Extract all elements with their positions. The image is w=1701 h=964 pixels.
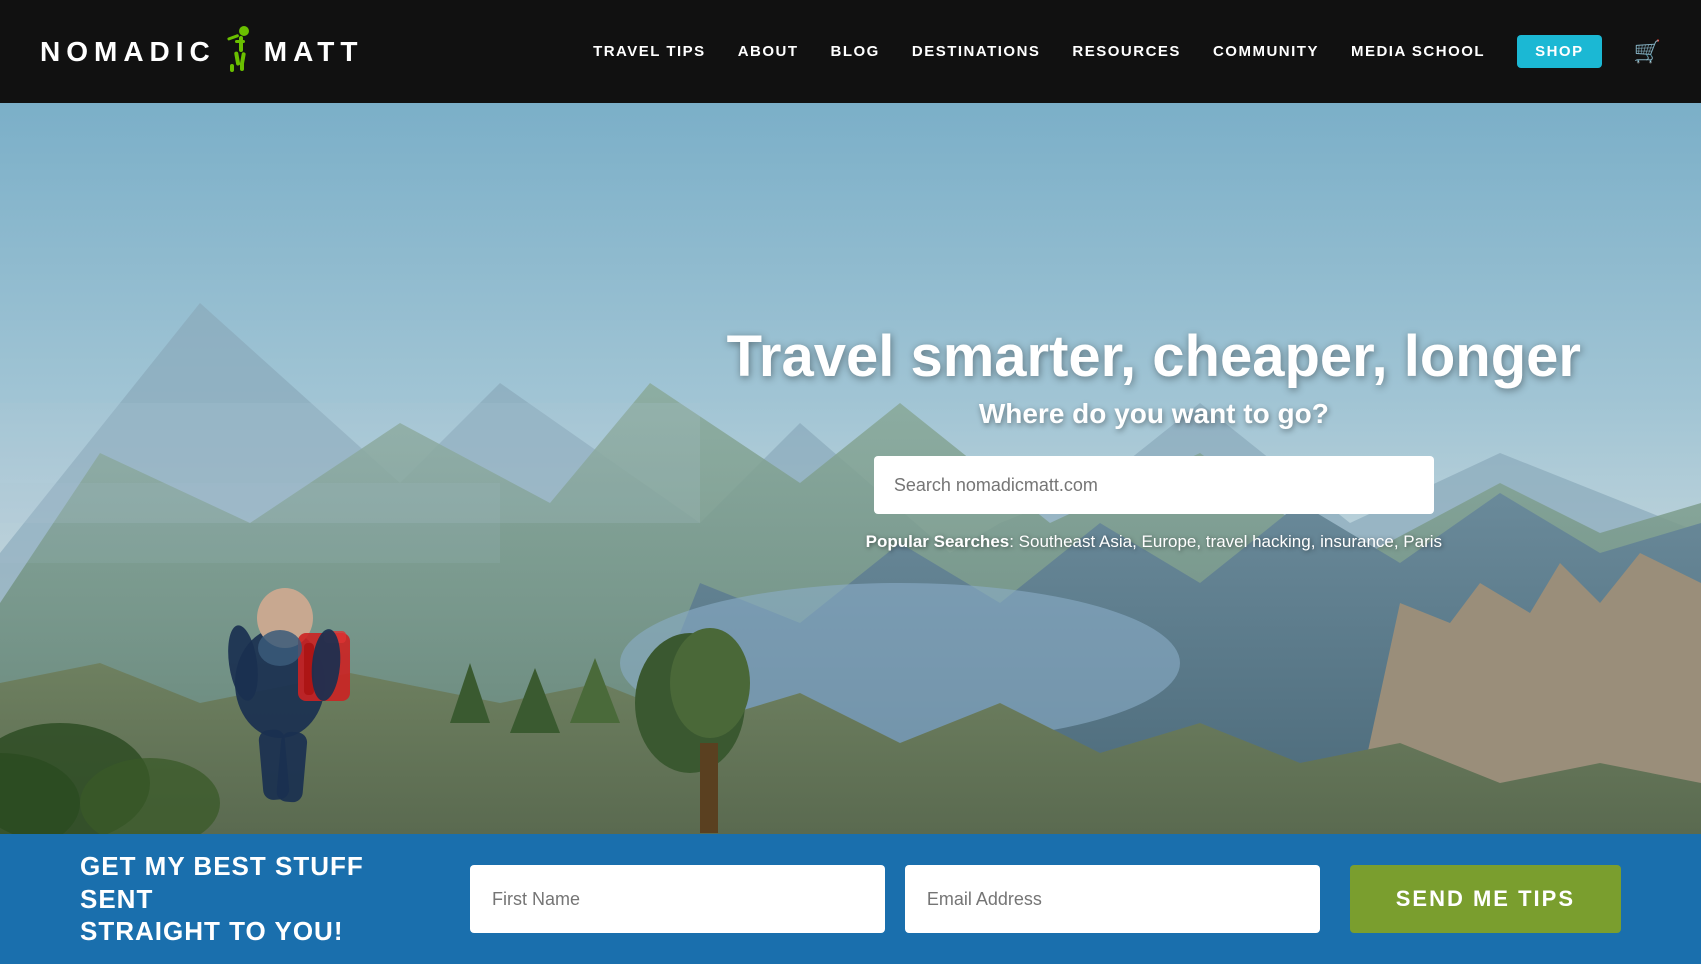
cta-line2: STRAIGHT TO YOU! <box>80 916 344 946</box>
logo-text: NoMADIC MATT <box>40 26 363 78</box>
cart-icon[interactable]: 🛒 <box>1634 39 1661 65</box>
popular-searches-label: Popular Searches <box>866 532 1010 551</box>
nav-blog[interactable]: BLOG <box>831 43 880 60</box>
cta-line1: GET MY BEST STUFF SENT <box>80 851 364 914</box>
hero-subheadline: Where do you want to go? <box>727 398 1581 430</box>
site-header: NoMADIC MATT TRAVEL TIPS ABOUT BLOG DEST… <box>0 0 1701 103</box>
nav-about[interactable]: ABOUT <box>738 43 799 60</box>
search-input[interactable] <box>874 456 1434 514</box>
nav-resources[interactable]: RESOURCES <box>1072 43 1181 60</box>
nav-destinations[interactable]: DESTINATIONS <box>912 43 1041 60</box>
send-tips-button[interactable]: SEND ME TIPS <box>1350 865 1621 933</box>
logo-matt: MATT <box>264 36 364 68</box>
nav-community[interactable]: COMMUNITY <box>1213 43 1319 60</box>
logo[interactable]: NoMADIC MATT <box>40 26 363 78</box>
hero-section: Travel smarter, cheaper, longer Where do… <box>0 103 1701 834</box>
nav-media-school[interactable]: MEDIA SCHOOL <box>1351 43 1485 60</box>
email-input[interactable] <box>905 865 1320 933</box>
hero-headline: Travel smarter, cheaper, longer <box>727 325 1581 389</box>
logo-nomadic: NoMADIC <box>40 36 216 68</box>
cta-text: GET MY BEST STUFF SENT STRAIGHT TO YOU! <box>80 850 440 948</box>
bottom-bar: GET MY BEST STUFF SENT STRAIGHT TO YOU! … <box>0 834 1701 964</box>
email-signup-form <box>470 865 1320 933</box>
popular-searches-text: : Southeast Asia, Europe, travel hacking… <box>1009 532 1442 551</box>
nav-travel-tips[interactable]: TRAVEL TIPS <box>593 43 706 60</box>
nav-shop[interactable]: SHOP <box>1517 35 1602 68</box>
popular-searches: Popular Searches: Southeast Asia, Europe… <box>727 532 1581 552</box>
hero-content: Travel smarter, cheaper, longer Where do… <box>727 325 1581 553</box>
main-nav: TRAVEL TIPS ABOUT BLOG DESTINATIONS RESO… <box>593 35 1661 68</box>
hiker-icon <box>220 26 260 78</box>
first-name-input[interactable] <box>470 865 885 933</box>
